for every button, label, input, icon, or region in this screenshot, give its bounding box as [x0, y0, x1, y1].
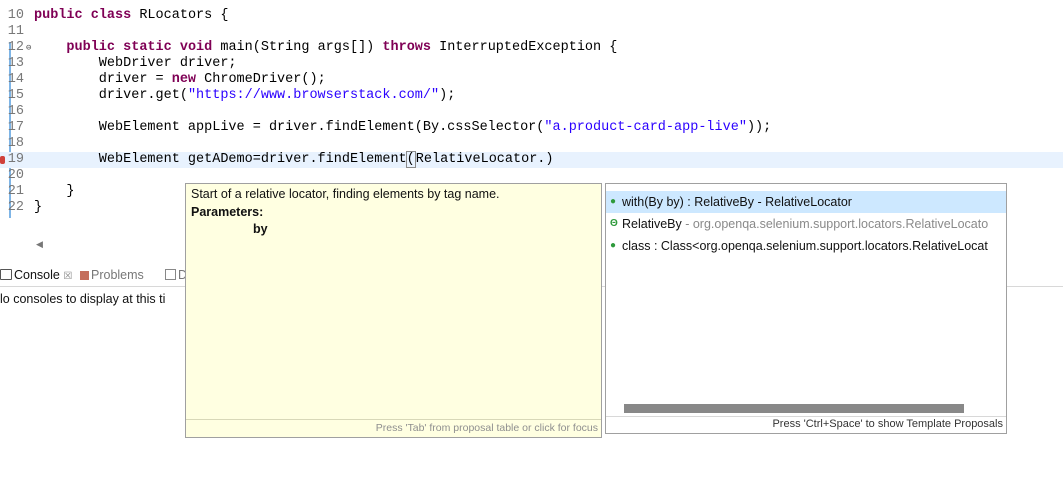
- code-keyword: void: [179, 40, 213, 55]
- line-number: 21: [7, 184, 24, 199]
- code-string: "a.product-card-app-live": [544, 120, 747, 135]
- code-text[interactable]: WebElement getADemo=driver.findElement(R…: [34, 151, 554, 168]
- proposal-main-text: with(By by) : RelativeBy - RelativeLocat…: [622, 195, 852, 209]
- code-token: driver.get(: [34, 88, 188, 103]
- line-number: 10: [7, 8, 24, 23]
- code-text[interactable]: public class RLocators {: [34, 8, 228, 24]
- proposal-label: with(By by) : RelativeBy - RelativeLocat…: [622, 191, 852, 213]
- doc-status-bar: Press 'Tab' from proposal table or click…: [186, 419, 601, 437]
- code-line[interactable]: 11: [0, 24, 1063, 40]
- proposal-label: class : Class<org.openqa.selenium.suppor…: [622, 235, 988, 257]
- tab-problems[interactable]: Problems: [80, 268, 144, 282]
- line-number: 14: [7, 72, 24, 87]
- fold-toggle-icon[interactable]: ⊖: [26, 40, 31, 56]
- scroll-left-icon[interactable]: ◀: [36, 239, 43, 250]
- proposal-label: RelativeBy - org.openqa.selenium.support…: [622, 213, 988, 235]
- code-text[interactable]: WebElement appLive = driver.findElement(…: [34, 120, 771, 136]
- tab-problems-label: Problems: [91, 268, 144, 282]
- proposal-main-text: class : Class<org.openqa.selenium.suppor…: [622, 239, 988, 253]
- code-text[interactable]: driver = new ChromeDriver();: [34, 72, 326, 88]
- code-line[interactable]: 10 public class RLocators {: [0, 8, 1063, 24]
- code-token: }: [34, 184, 75, 199]
- code-keyword: public: [34, 8, 83, 23]
- code-line[interactable]: 12 ⊖ public static void main(String args[…: [0, 40, 1063, 56]
- line-number: 12: [7, 40, 24, 55]
- line-number: 11: [7, 24, 24, 39]
- code-token: );: [439, 88, 456, 103]
- code-string: "https://www.browserstack.com/": [187, 88, 440, 103]
- code-keyword: class: [90, 8, 132, 23]
- code-keyword: public: [66, 40, 116, 55]
- proposal-status-bar: Press 'Ctrl+Space' to show Template Prop…: [606, 416, 1006, 433]
- code-token: (: [405, 151, 416, 168]
- line-number: 18: [7, 136, 24, 151]
- code-line[interactable]: 20: [0, 168, 1063, 184]
- code-token: ));: [746, 120, 772, 135]
- code-text[interactable]: driver.get("https://www.browserstack.com…: [34, 88, 456, 104]
- doc-focus-hint: Press 'Tab' from proposal table or click…: [375, 422, 598, 434]
- line-number: 13: [7, 56, 24, 71]
- doc-param-name: by: [253, 222, 268, 236]
- method-icon: ●: [610, 240, 617, 251]
- doc-parameters-label: Parameters:: [191, 205, 264, 219]
- code-token: driver =: [34, 72, 172, 87]
- code-line[interactable]: 17 WebElement appLive = driver.findEleme…: [0, 120, 1063, 136]
- code-line[interactable]: 18: [0, 136, 1063, 152]
- code-text[interactable]: public static void main(String args[]) t…: [34, 40, 617, 56]
- close-icon[interactable]: ☒: [63, 271, 72, 282]
- code-keyword: throws: [382, 40, 431, 55]
- proposal-item[interactable]: ● with(By by) : RelativeBy - RelativeLoca…: [606, 191, 1006, 213]
- code-line[interactable]: 14 driver = new ChromeDriver();: [0, 72, 1063, 88]
- code-line[interactable]: 15 driver.get("https://www.browserstack.…: [0, 88, 1063, 104]
- code-token: main(String args[]): [212, 40, 383, 55]
- code-token: R: [414, 152, 424, 167]
- code-text[interactable]: }: [34, 184, 75, 200]
- line-number: 22: [7, 200, 24, 215]
- code-line[interactable]: 19 WebElement getADemo=driver.findElemen…: [0, 151, 1063, 168]
- line-number: 15: [7, 88, 24, 103]
- code-text[interactable]: }: [34, 200, 42, 216]
- code-token: ChromeDriver();: [196, 72, 326, 87]
- tab-console[interactable]: Console ☒: [0, 268, 72, 282]
- code-token: WebElement getADemo=driver.findElement: [34, 152, 407, 167]
- line-number: 20: [7, 168, 24, 183]
- code-token: WebDriver driver;: [34, 56, 237, 71]
- javadoc-hover-popup[interactable]: Start of a relative locator, finding ele…: [185, 183, 602, 438]
- code-token: WebElement appLive = driver.findElement(…: [34, 120, 545, 135]
- proposal-horizontal-scrollbar[interactable]: [624, 404, 964, 413]
- code-text[interactable]: WebDriver driver;: [34, 56, 237, 72]
- class-icon: Θ: [610, 218, 618, 229]
- code-token: elativeLocator.): [423, 152, 554, 167]
- tab-javadoc[interactable]: D: [165, 268, 187, 282]
- javadoc-icon: [165, 269, 176, 280]
- proposal-item[interactable]: Θ RelativeBy - org.openqa.selenium.suppor…: [606, 213, 1006, 235]
- method-icon: ●: [610, 196, 617, 207]
- code-keyword: static: [123, 40, 172, 55]
- template-proposals-hint: Press 'Ctrl+Space' to show Template Prop…: [772, 418, 1003, 430]
- content-assist-popup[interactable]: ● with(By by) : RelativeBy - RelativeLoca…: [605, 183, 1007, 434]
- code-line[interactable]: 16: [0, 104, 1063, 120]
- line-number: 16: [7, 104, 24, 119]
- proposal-item[interactable]: ● class : Class<org.openqa.selenium.suppo…: [606, 235, 1006, 257]
- breakpoint-marker-icon[interactable]: [0, 156, 5, 164]
- tab-console-label: Console: [14, 268, 60, 282]
- console-icon: [0, 269, 12, 280]
- code-token: }: [34, 200, 43, 215]
- views-tab-bar: Console ☒ Problems D: [0, 264, 190, 286]
- code-token: InterruptedException {: [431, 40, 618, 55]
- proposal-qualifier: - org.openqa.selenium.support.locators.R…: [681, 217, 989, 231]
- code-keyword: new: [171, 72, 197, 87]
- code-token: RLocators {: [131, 8, 229, 23]
- problems-icon: [80, 271, 89, 280]
- line-number: 17: [7, 120, 24, 135]
- console-message: lo consoles to display at this ti: [0, 292, 166, 306]
- doc-description: Start of a relative locator, finding ele…: [191, 187, 500, 201]
- proposal-main-text: RelativeBy: [622, 217, 682, 231]
- code-line[interactable]: 13 WebDriver driver;: [0, 56, 1063, 72]
